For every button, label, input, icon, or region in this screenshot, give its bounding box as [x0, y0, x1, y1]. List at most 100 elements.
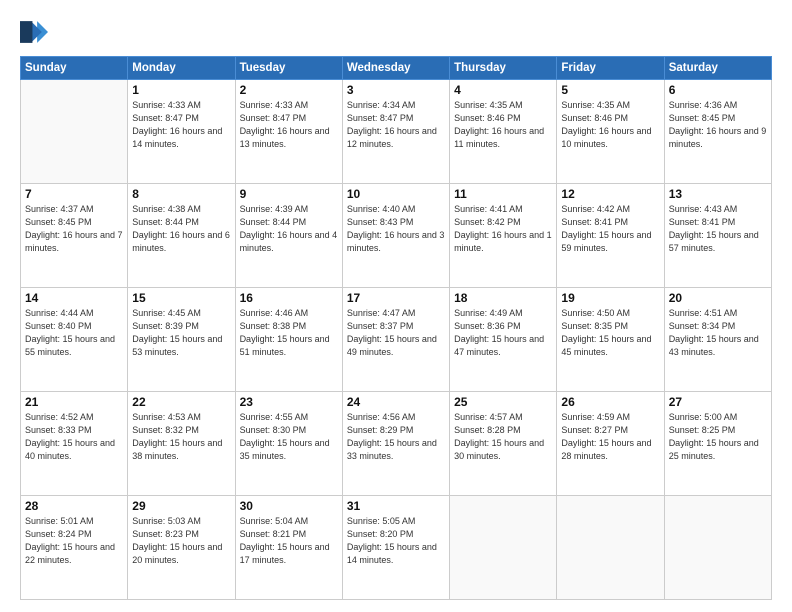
- calendar-cell: [557, 496, 664, 600]
- day-number: 18: [454, 291, 552, 305]
- day-number: 19: [561, 291, 659, 305]
- day-info: Sunrise: 4:40 AM Sunset: 8:43 PM Dayligh…: [347, 203, 445, 255]
- day-number: 31: [347, 499, 445, 513]
- day-info: Sunrise: 5:03 AM Sunset: 8:23 PM Dayligh…: [132, 515, 230, 567]
- day-info: Sunrise: 4:46 AM Sunset: 8:38 PM Dayligh…: [240, 307, 338, 359]
- day-info: Sunrise: 4:42 AM Sunset: 8:41 PM Dayligh…: [561, 203, 659, 255]
- calendar-cell: 5 Sunrise: 4:35 AM Sunset: 8:46 PM Daylig…: [557, 80, 664, 184]
- calendar-cell: 17 Sunrise: 4:47 AM Sunset: 8:37 PM Dayli…: [342, 288, 449, 392]
- day-number: 29: [132, 499, 230, 513]
- day-number: 8: [132, 187, 230, 201]
- calendar-cell: 12 Sunrise: 4:42 AM Sunset: 8:41 PM Dayli…: [557, 184, 664, 288]
- header: [20, 18, 772, 46]
- day-info: Sunrise: 4:39 AM Sunset: 8:44 PM Dayligh…: [240, 203, 338, 255]
- day-number: 16: [240, 291, 338, 305]
- day-info: Sunrise: 4:38 AM Sunset: 8:44 PM Dayligh…: [132, 203, 230, 255]
- calendar-cell: 26 Sunrise: 4:59 AM Sunset: 8:27 PM Dayli…: [557, 392, 664, 496]
- day-number: 11: [454, 187, 552, 201]
- day-number: 28: [25, 499, 123, 513]
- calendar-cell: 19 Sunrise: 4:50 AM Sunset: 8:35 PM Dayli…: [557, 288, 664, 392]
- calendar-cell: 24 Sunrise: 4:56 AM Sunset: 8:29 PM Dayli…: [342, 392, 449, 496]
- weekday-header: Tuesday: [235, 57, 342, 80]
- day-number: 26: [561, 395, 659, 409]
- day-info: Sunrise: 4:55 AM Sunset: 8:30 PM Dayligh…: [240, 411, 338, 463]
- day-info: Sunrise: 4:51 AM Sunset: 8:34 PM Dayligh…: [669, 307, 767, 359]
- day-info: Sunrise: 5:04 AM Sunset: 8:21 PM Dayligh…: [240, 515, 338, 567]
- day-number: 15: [132, 291, 230, 305]
- calendar-cell: 23Sunrise: 4:55 AM Sunset: 8:30 PM Dayli…: [235, 392, 342, 496]
- calendar-cell: 31 Sunrise: 5:05 AM Sunset: 8:20 PM Dayli…: [342, 496, 449, 600]
- page: SundayMondayTuesdayWednesdayThursdayFrid…: [0, 0, 792, 612]
- day-info: Sunrise: 4:59 AM Sunset: 8:27 PM Dayligh…: [561, 411, 659, 463]
- logo: [20, 18, 52, 46]
- day-number: 5: [561, 83, 659, 97]
- day-number: 25: [454, 395, 552, 409]
- weekday-header: Monday: [128, 57, 235, 80]
- day-info: Sunrise: 4:57 AM Sunset: 8:28 PM Dayligh…: [454, 411, 552, 463]
- calendar-cell: 4 Sunrise: 4:35 AM Sunset: 8:46 PM Daylig…: [450, 80, 557, 184]
- calendar-week-row: 7 Sunrise: 4:37 AM Sunset: 8:45 PM Daylig…: [21, 184, 772, 288]
- calendar-week-row: 1 Sunrise: 4:33 AM Sunset: 8:47 PM Daylig…: [21, 80, 772, 184]
- calendar-cell: 14Sunrise: 4:44 AM Sunset: 8:40 PM Dayli…: [21, 288, 128, 392]
- calendar-cell: 1 Sunrise: 4:33 AM Sunset: 8:47 PM Daylig…: [128, 80, 235, 184]
- day-info: Sunrise: 4:37 AM Sunset: 8:45 PM Dayligh…: [25, 203, 123, 255]
- calendar-cell: 10 Sunrise: 4:40 AM Sunset: 8:43 PM Dayli…: [342, 184, 449, 288]
- logo-icon: [20, 18, 48, 46]
- day-number: 22: [132, 395, 230, 409]
- calendar-cell: 7 Sunrise: 4:37 AM Sunset: 8:45 PM Daylig…: [21, 184, 128, 288]
- day-info: Sunrise: 4:53 AM Sunset: 8:32 PM Dayligh…: [132, 411, 230, 463]
- calendar-cell: [664, 496, 771, 600]
- weekday-header: Saturday: [664, 57, 771, 80]
- day-info: Sunrise: 4:34 AM Sunset: 8:47 PM Dayligh…: [347, 99, 445, 151]
- day-number: 30: [240, 499, 338, 513]
- day-number: 24: [347, 395, 445, 409]
- calendar-cell: 20 Sunrise: 4:51 AM Sunset: 8:34 PM Dayli…: [664, 288, 771, 392]
- day-info: Sunrise: 4:33 AM Sunset: 8:47 PM Dayligh…: [240, 99, 338, 151]
- day-info: Sunrise: 4:44 AM Sunset: 8:40 PM Dayligh…: [25, 307, 123, 359]
- day-info: Sunrise: 4:56 AM Sunset: 8:29 PM Dayligh…: [347, 411, 445, 463]
- day-number: 3: [347, 83, 445, 97]
- day-info: Sunrise: 4:52 AM Sunset: 8:33 PM Dayligh…: [25, 411, 123, 463]
- day-number: 6: [669, 83, 767, 97]
- day-number: 17: [347, 291, 445, 305]
- calendar-cell: 8 Sunrise: 4:38 AM Sunset: 8:44 PM Daylig…: [128, 184, 235, 288]
- day-info: Sunrise: 4:35 AM Sunset: 8:46 PM Dayligh…: [561, 99, 659, 151]
- day-number: 12: [561, 187, 659, 201]
- calendar-table: SundayMondayTuesdayWednesdayThursdayFrid…: [20, 56, 772, 600]
- calendar-header-row: SundayMondayTuesdayWednesdayThursdayFrid…: [21, 57, 772, 80]
- day-info: Sunrise: 4:33 AM Sunset: 8:47 PM Dayligh…: [132, 99, 230, 151]
- calendar-cell: 25 Sunrise: 4:57 AM Sunset: 8:28 PM Dayli…: [450, 392, 557, 496]
- weekday-header: Friday: [557, 57, 664, 80]
- weekday-header: Wednesday: [342, 57, 449, 80]
- day-number: 10: [347, 187, 445, 201]
- calendar-cell: 11Sunrise: 4:41 AM Sunset: 8:42 PM Dayli…: [450, 184, 557, 288]
- calendar-cell: 30 Sunrise: 5:04 AM Sunset: 8:21 PM Dayli…: [235, 496, 342, 600]
- weekday-header: Thursday: [450, 57, 557, 80]
- day-info: Sunrise: 4:47 AM Sunset: 8:37 PM Dayligh…: [347, 307, 445, 359]
- calendar-cell: 9Sunrise: 4:39 AM Sunset: 8:44 PM Daylig…: [235, 184, 342, 288]
- day-number: 1: [132, 83, 230, 97]
- day-number: 13: [669, 187, 767, 201]
- day-number: 2: [240, 83, 338, 97]
- calendar-cell: 18 Sunrise: 4:49 AM Sunset: 8:36 PM Dayli…: [450, 288, 557, 392]
- calendar-cell: 2 Sunrise: 4:33 AM Sunset: 8:47 PM Daylig…: [235, 80, 342, 184]
- calendar-cell: 15Sunrise: 4:45 AM Sunset: 8:39 PM Dayli…: [128, 288, 235, 392]
- day-info: Sunrise: 4:50 AM Sunset: 8:35 PM Dayligh…: [561, 307, 659, 359]
- calendar-cell: [450, 496, 557, 600]
- day-number: 21: [25, 395, 123, 409]
- day-info: Sunrise: 4:35 AM Sunset: 8:46 PM Dayligh…: [454, 99, 552, 151]
- day-number: 27: [669, 395, 767, 409]
- calendar-week-row: 28 Sunrise: 5:01 AM Sunset: 8:24 PM Dayli…: [21, 496, 772, 600]
- day-number: 4: [454, 83, 552, 97]
- calendar-cell: 27 Sunrise: 5:00 AM Sunset: 8:25 PM Dayli…: [664, 392, 771, 496]
- day-info: Sunrise: 4:49 AM Sunset: 8:36 PM Dayligh…: [454, 307, 552, 359]
- day-info: Sunrise: 5:00 AM Sunset: 8:25 PM Dayligh…: [669, 411, 767, 463]
- calendar-week-row: 14Sunrise: 4:44 AM Sunset: 8:40 PM Dayli…: [21, 288, 772, 392]
- day-number: 20: [669, 291, 767, 305]
- calendar-cell: 3 Sunrise: 4:34 AM Sunset: 8:47 PM Daylig…: [342, 80, 449, 184]
- calendar-cell: 6Sunrise: 4:36 AM Sunset: 8:45 PM Daylig…: [664, 80, 771, 184]
- day-info: Sunrise: 5:01 AM Sunset: 8:24 PM Dayligh…: [25, 515, 123, 567]
- day-number: 7: [25, 187, 123, 201]
- day-info: Sunrise: 5:05 AM Sunset: 8:20 PM Dayligh…: [347, 515, 445, 567]
- day-info: Sunrise: 4:43 AM Sunset: 8:41 PM Dayligh…: [669, 203, 767, 255]
